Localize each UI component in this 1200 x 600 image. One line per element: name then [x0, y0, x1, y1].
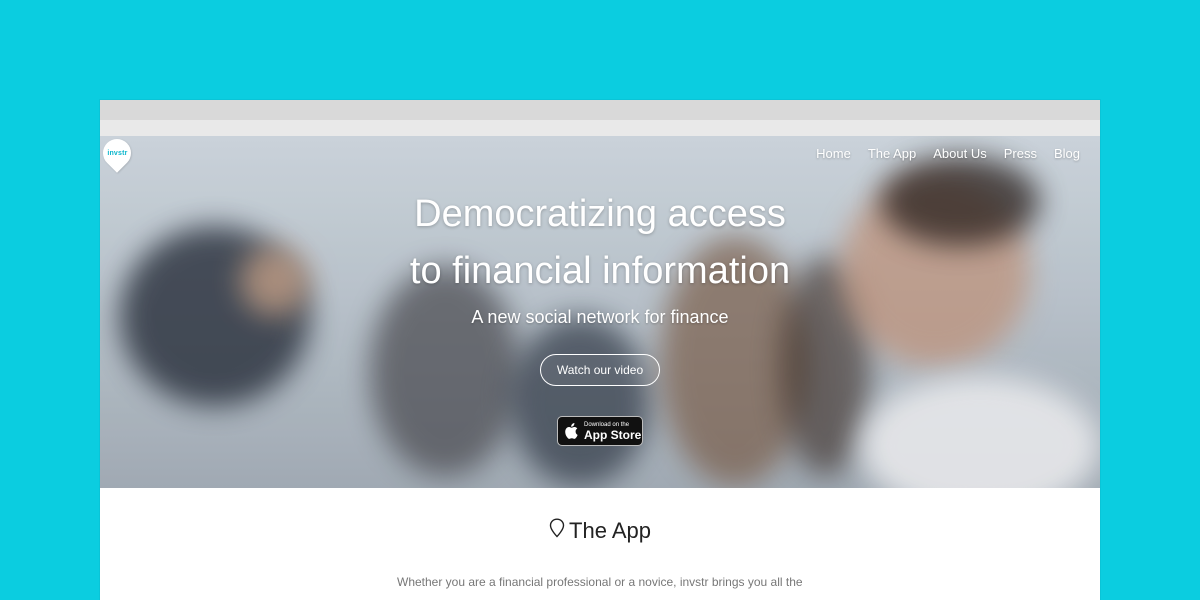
hero-subheadline: A new social network for finance [471, 307, 729, 327]
hero-headline-line-1: Democratizing access [414, 193, 786, 235]
nav-press[interactable]: Press [1004, 146, 1037, 161]
nav-home[interactable]: Home [816, 146, 851, 161]
app-store-small-text: Download on the [584, 421, 630, 428]
apple-icon [558, 423, 584, 439]
app-store-badge[interactable]: Download on the App Store [557, 416, 643, 446]
section-title: The App [569, 518, 651, 543]
nav-about-us[interactable]: About Us [933, 146, 986, 161]
watch-video-button[interactable]: Watch our video [540, 354, 660, 386]
hero-headline: Democratizing access to financial inform… [100, 186, 1100, 300]
pin-outline-icon [549, 518, 565, 544]
top-navigation: Home The App About Us Press Blog [816, 146, 1080, 161]
watch-video-label: Watch our video [556, 363, 644, 377]
nav-blog[interactable]: Blog [1054, 146, 1080, 161]
section-heading: The App [100, 518, 1100, 544]
browser-toolbar [100, 100, 1100, 120]
app-store-big-text: App Store [584, 427, 642, 442]
logo-text: invstr [106, 149, 128, 157]
browser-window: invstr Home The App About Us Press Blog … [100, 100, 1100, 600]
nav-the-app[interactable]: The App [868, 146, 916, 161]
browser-address-strip [100, 120, 1100, 136]
hero-section: invstr Home The App About Us Press Blog … [100, 136, 1100, 488]
section-body-text: Whether you are a financial professional… [397, 575, 803, 589]
app-store-text: Download on the App Store [584, 422, 641, 441]
hero-headline-line-2: to financial information [409, 250, 791, 292]
